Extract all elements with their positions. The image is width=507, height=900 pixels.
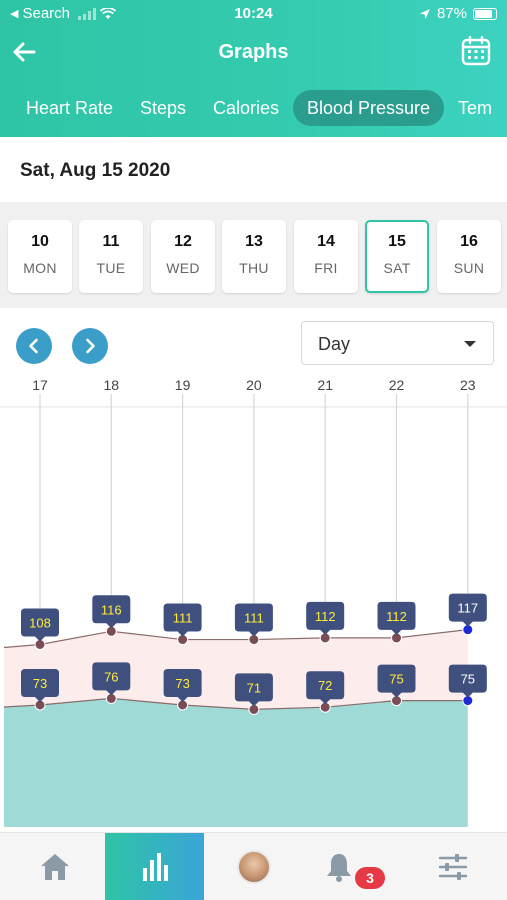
day-weekday: SAT [383,260,411,276]
day-weekday: FRI [314,260,338,276]
day-number: 15 [388,233,406,250]
bell-icon [327,854,351,882]
day-card[interactable]: 12 WED [151,220,215,293]
day-card-selected[interactable]: 15 SAT [365,220,429,293]
tab-temperature[interactable]: Tem [458,90,492,126]
period-dropdown-value: Day [318,334,351,354]
day-weekday: MON [23,260,57,276]
battery-percent: 87% [436,5,467,22]
previous-period-button[interactable] [16,328,52,364]
x-tick-label: 22 [389,377,405,393]
bottom-tab-bar: 3 [0,832,507,900]
systolic-value-label: 112 [315,609,336,624]
day-card[interactable]: 13 THU [222,220,286,293]
day-card[interactable]: 16 SUN [437,220,501,293]
next-period-button[interactable] [72,328,108,364]
diastolic-value-label: 76 [104,669,118,684]
calendar-icon [461,35,491,66]
systolic-value-label: 112 [386,609,407,624]
day-number: 14 [317,233,335,250]
bar-chart-icon [142,853,168,881]
tab-steps[interactable]: Steps [140,90,186,126]
day-weekday: TUE [96,260,126,276]
location-arrow-icon [419,8,430,19]
diastolic-value-label: 75 [461,672,475,687]
tab-profile[interactable] [205,833,303,900]
dropdown-caret-icon [464,341,476,347]
chevron-left-icon [29,338,38,354]
x-tick-label: 17 [32,377,48,393]
page-title: Graphs [218,41,289,63]
day-number: 12 [174,233,192,250]
x-tick-label: 23 [460,377,476,393]
x-tick-label: 18 [104,377,120,393]
systolic-value-label: 111 [244,611,264,626]
tab-blood-pressure[interactable]: Blood Pressure [293,90,445,126]
day-number: 11 [102,233,120,250]
selected-date: Sat, Aug 15 2020 [20,160,171,181]
tab-settings[interactable] [404,833,502,900]
diastolic-value-label: 73 [175,676,189,691]
tab-calories[interactable]: Calories [213,90,279,126]
app-header: ◀ Search 10:24 87% Graphs Heart Rate Ste… [0,0,507,137]
tab-home[interactable] [6,833,104,900]
day-card[interactable]: 14 FRI [294,220,358,293]
tab-heart-rate[interactable]: Heart Rate [26,90,113,126]
day-weekday: WED [166,260,200,276]
calendar-button[interactable] [461,35,493,68]
diastolic-value-label: 72 [318,678,332,693]
sliders-icon [438,854,468,880]
notification-count-badge: 3 [355,867,385,889]
day-card[interactable]: 11 TUE [79,220,143,293]
blood-pressure-chart: 17 18 19 20 21 22 23 108 116 111 111 112 112 117 73 76 7… [0,377,507,827]
x-tick-label: 21 [317,377,333,393]
avatar [237,850,271,884]
week-day-selector: 10 MON 11 TUE 12 WED 13 THU 14 FRI 15 SAT 16 SU… [0,202,507,308]
diastolic-value-label: 71 [247,680,261,695]
x-tick-label: 20 [246,377,262,393]
home-icon [41,854,69,880]
systolic-value-label: 108 [29,616,51,631]
day-weekday: SUN [453,260,485,276]
day-weekday: THU [239,260,269,276]
metric-tabs: Heart Rate Steps Calories Blood Pressure… [0,90,507,126]
x-tick-label: 19 [175,377,191,393]
day-card[interactable]: 10 MON [8,220,72,293]
diastolic-value-label: 73 [33,676,47,691]
systolic-value-label: 116 [101,602,122,617]
systolic-value-label: 117 [457,601,478,616]
tab-graphs[interactable] [105,833,204,900]
day-number: 10 [31,233,49,250]
systolic-value-label: 111 [173,611,193,626]
diastolic-area [4,698,468,827]
day-number: 13 [245,233,263,250]
diastolic-value-label: 75 [389,672,403,687]
battery-icon [473,7,497,20]
chevron-right-icon [86,338,95,354]
nav-bar: Graphs [0,34,507,70]
period-dropdown[interactable]: Day [301,321,494,365]
day-number: 16 [460,233,478,250]
status-right: 87% [419,5,497,22]
status-bar: ◀ Search 10:24 87% [0,0,507,28]
